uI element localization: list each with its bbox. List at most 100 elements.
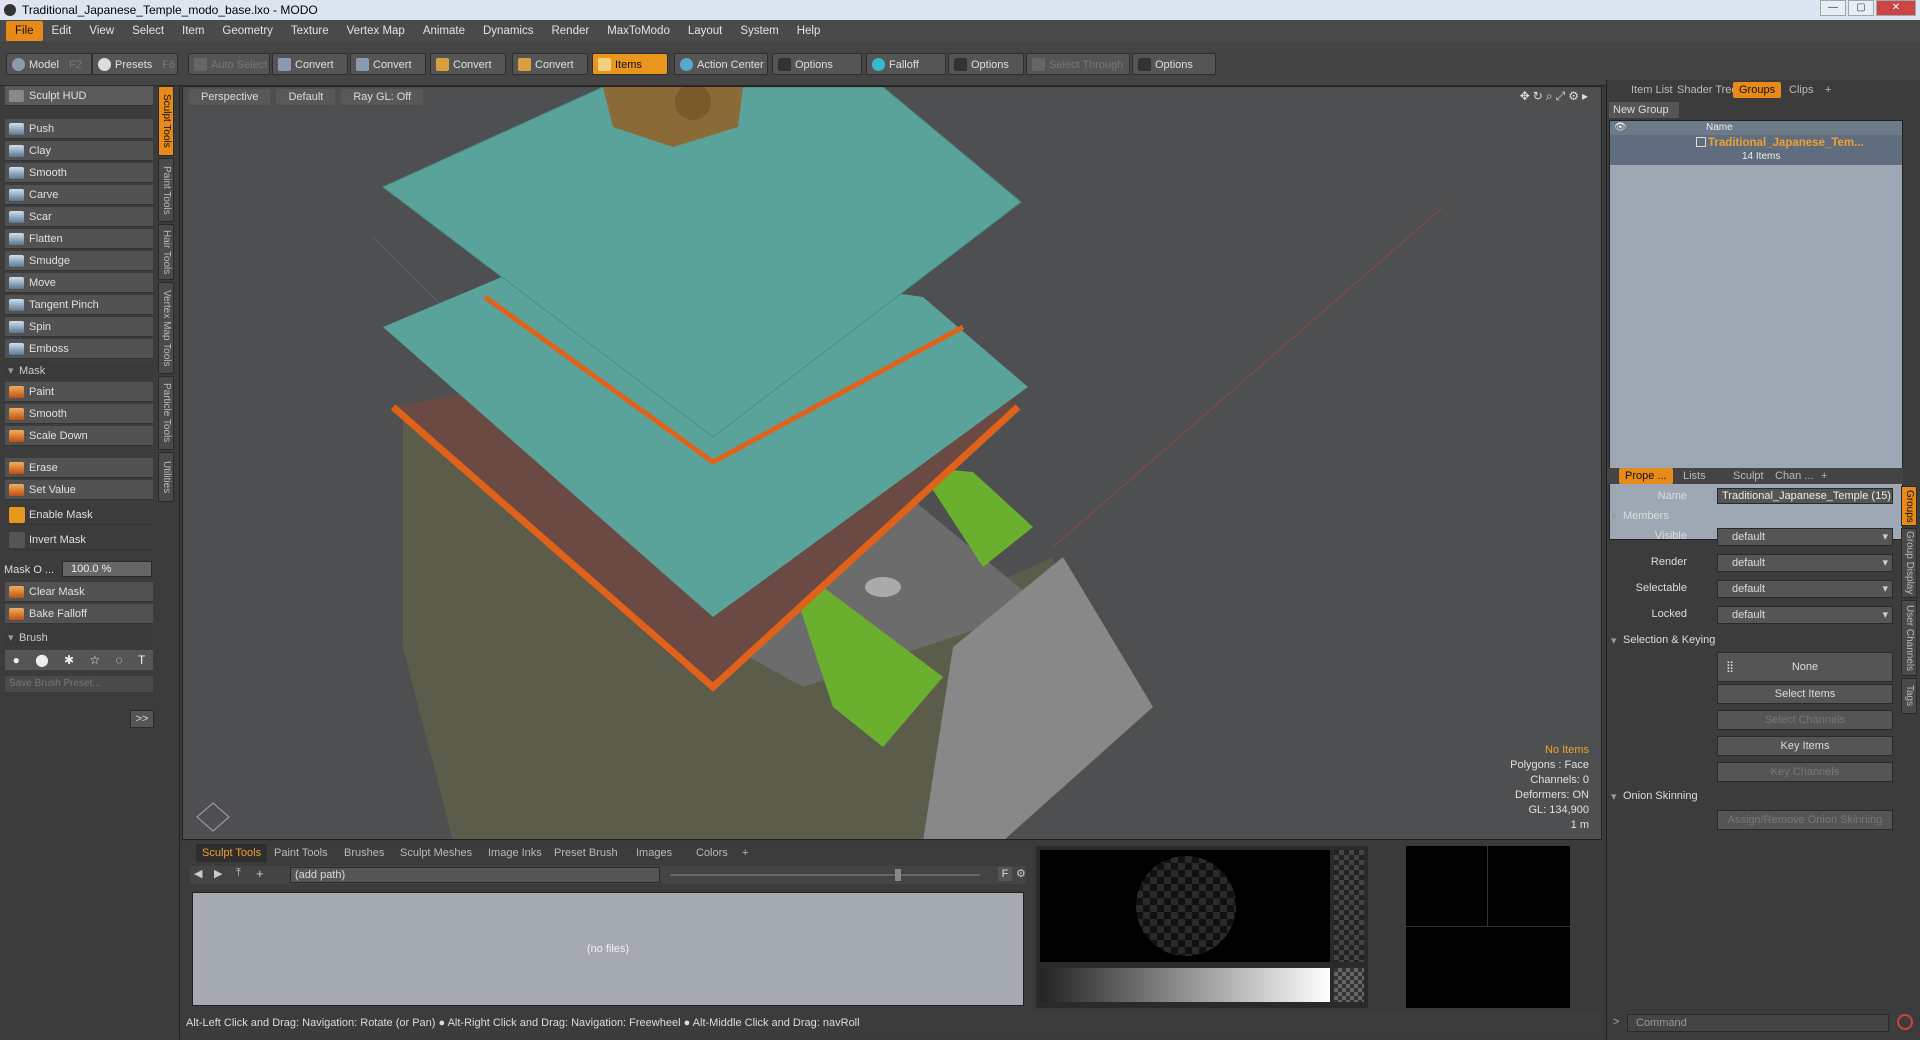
tab-properties[interactable]: Prope ... bbox=[1619, 468, 1673, 484]
tab-utilities[interactable]: Utilities bbox=[158, 452, 174, 502]
tab-preset-brush[interactable]: Preset Brush bbox=[548, 844, 624, 862]
tab-groups-side[interactable]: Groups bbox=[1901, 486, 1917, 526]
members-section[interactable]: Members bbox=[1611, 510, 1669, 523]
tool-scar[interactable]: Scar bbox=[5, 207, 153, 227]
menu-select[interactable]: Select bbox=[123, 21, 173, 41]
menu-edit[interactable]: Edit bbox=[43, 21, 81, 41]
visible-dropdown[interactable]: default bbox=[1717, 528, 1893, 546]
add-panel-tab[interactable]: + bbox=[1819, 82, 1837, 98]
mask-opacity-field[interactable]: 100.0 % bbox=[62, 561, 152, 577]
tab-sculpt-tools-bottom[interactable]: Sculpt Tools bbox=[196, 844, 268, 862]
selection-keying-section[interactable]: Selection & Keying bbox=[1611, 634, 1715, 647]
tab-user-channels[interactable]: User Channels bbox=[1901, 600, 1917, 676]
menu-help[interactable]: Help bbox=[788, 21, 830, 41]
mask-paint-button[interactable]: Paint bbox=[5, 382, 153, 402]
menu-vertex-map[interactable]: Vertex Map bbox=[338, 21, 414, 41]
assign-onion-skinning-button[interactable]: Assign/Remove Onion Skinning bbox=[1717, 810, 1893, 830]
menu-file[interactable]: File bbox=[6, 21, 43, 41]
tab-vertex-map-tools[interactable]: Vertex Map Tools bbox=[158, 282, 174, 374]
tool-emboss[interactable]: Emboss bbox=[5, 339, 153, 359]
tab-particle-tools[interactable]: Particle Tools bbox=[158, 376, 174, 450]
tool-carve[interactable]: Carve bbox=[5, 185, 153, 205]
mask-erase-button[interactable]: Erase bbox=[5, 458, 153, 478]
brush-section[interactable]: Brush bbox=[5, 630, 153, 646]
tab-lists[interactable]: Lists bbox=[1677, 468, 1712, 484]
auto-select-button[interactable]: Auto Select bbox=[188, 53, 270, 75]
bake-falloff-button[interactable]: Bake Falloff bbox=[5, 604, 153, 624]
tab-sculpt-meshes[interactable]: Sculpt Meshes bbox=[394, 844, 478, 862]
menu-texture[interactable]: Texture bbox=[282, 21, 338, 41]
key-channels-button[interactable]: Key Channels bbox=[1717, 762, 1893, 782]
brush-hard-icon[interactable]: ⬤ bbox=[35, 653, 48, 667]
path-dropdown[interactable]: (add path) bbox=[290, 867, 660, 883]
view-raygl-tab[interactable]: Ray GL: Off bbox=[341, 89, 424, 105]
group-name[interactable]: Traditional_Japanese_Tem... bbox=[1708, 137, 1864, 149]
falloff-options-button[interactable]: Options bbox=[948, 53, 1024, 75]
locked-dropdown[interactable]: default bbox=[1717, 606, 1893, 624]
save-brush-preset-field[interactable]: Save Brush Preset... bbox=[5, 676, 153, 692]
tool-tangent-pinch[interactable]: Tangent Pinch bbox=[5, 295, 153, 315]
brush-star-icon[interactable]: ☆ bbox=[89, 653, 100, 667]
maximize-view-icon[interactable]: ⤢ bbox=[1556, 89, 1569, 103]
sculpt-hud-button[interactable]: Sculpt HUD bbox=[5, 86, 153, 106]
selectable-dropdown[interactable]: default bbox=[1717, 580, 1893, 598]
tool-clay[interactable]: Clay bbox=[5, 141, 153, 161]
menu-animate[interactable]: Animate bbox=[414, 21, 474, 41]
tab-sculpt-tools[interactable]: Sculpt Tools bbox=[158, 86, 174, 156]
tab-paint-tools[interactable]: Paint Tools bbox=[158, 158, 174, 222]
tool-move[interactable]: Move bbox=[5, 273, 153, 293]
add-path-icon[interactable]: + bbox=[256, 866, 264, 881]
brush-custom-icon[interactable]: ◌ bbox=[115, 653, 122, 667]
presets-button[interactable]: Presets F6 bbox=[92, 53, 178, 75]
tab-image-inks[interactable]: Image Inks bbox=[482, 844, 548, 862]
menu-item[interactable]: Item bbox=[173, 21, 213, 41]
tab-group-display[interactable]: Group Display bbox=[1901, 528, 1917, 598]
rotate-icon[interactable]: ↻ bbox=[1533, 89, 1546, 103]
mask-set-value-button[interactable]: Set Value bbox=[5, 480, 153, 500]
select-items-button[interactable]: Select Items bbox=[1717, 684, 1893, 704]
tab-channels[interactable]: Chan ... bbox=[1769, 468, 1820, 484]
maximize-button[interactable]: ▢ bbox=[1848, 0, 1874, 16]
back-icon[interactable]: ◀ bbox=[194, 867, 202, 880]
add-properties-tab[interactable]: + bbox=[1815, 468, 1833, 484]
clear-mask-button[interactable]: Clear Mask bbox=[5, 582, 153, 602]
browser-settings-icon[interactable]: ⚙ bbox=[1016, 867, 1026, 880]
3d-viewport[interactable]: Perspective Default Ray GL: Off ✥↻⌕⤢⚙▸ N… bbox=[182, 86, 1602, 840]
action-center-button[interactable]: Action Center bbox=[674, 53, 768, 75]
view-shading-tab[interactable]: Default bbox=[276, 89, 336, 105]
forward-icon[interactable]: ▶ bbox=[214, 867, 222, 880]
pan-icon[interactable]: ✥ bbox=[1520, 89, 1533, 103]
tab-brushes[interactable]: Brushes bbox=[338, 844, 390, 862]
select-through-options-button[interactable]: Options bbox=[1132, 53, 1216, 75]
command-input[interactable]: Command bbox=[1627, 1014, 1889, 1032]
tab-paint-tools-bottom[interactable]: Paint Tools bbox=[268, 844, 334, 862]
convert-polygons-button[interactable]: Convert bbox=[430, 53, 506, 75]
tool-spin[interactable]: Spin bbox=[5, 317, 153, 337]
menu-view[interactable]: View bbox=[80, 21, 123, 41]
viewport-settings-icon[interactable]: ⚙ bbox=[1568, 89, 1582, 103]
selection-none-button[interactable]: ⣿ None bbox=[1717, 652, 1893, 682]
brush-splat-icon[interactable]: ✱ bbox=[64, 653, 74, 667]
select-channels-button[interactable]: Select Channels bbox=[1717, 710, 1893, 730]
thumbnail-size-slider[interactable] bbox=[670, 874, 980, 876]
up-icon[interactable]: ⤒ bbox=[236, 867, 241, 880]
close-button[interactable]: ✕ bbox=[1876, 0, 1916, 16]
key-items-button[interactable]: Key Items bbox=[1717, 736, 1893, 756]
tab-images[interactable]: Images bbox=[630, 844, 678, 862]
tab-tags[interactable]: Tags bbox=[1901, 678, 1917, 714]
menu-geometry[interactable]: Geometry bbox=[213, 21, 282, 41]
enable-mask-toggle[interactable]: Enable Mask bbox=[5, 505, 153, 525]
convert-edges-button[interactable]: Convert bbox=[350, 53, 426, 75]
slider-handle[interactable] bbox=[895, 869, 901, 881]
items-mode-button[interactable]: Items bbox=[592, 53, 668, 75]
brush-text-icon[interactable]: T bbox=[138, 653, 145, 667]
brush-soft-icon[interactable]: ● bbox=[13, 653, 20, 667]
tab-clips[interactable]: Clips bbox=[1783, 82, 1819, 98]
mask-section[interactable]: Mask bbox=[5, 363, 153, 379]
add-tab-button[interactable]: + bbox=[736, 844, 754, 862]
convert-materials-button[interactable]: Convert bbox=[512, 53, 588, 75]
group-name-field[interactable]: Traditional_Japanese_Temple (15) bbox=[1717, 488, 1893, 504]
viewport-menu-icon[interactable]: ▸ bbox=[1582, 89, 1591, 103]
group-row[interactable]: Traditional_Japanese_Tem... 14 Items bbox=[1610, 135, 1902, 165]
file-browser[interactable]: (no files) bbox=[192, 892, 1024, 1006]
